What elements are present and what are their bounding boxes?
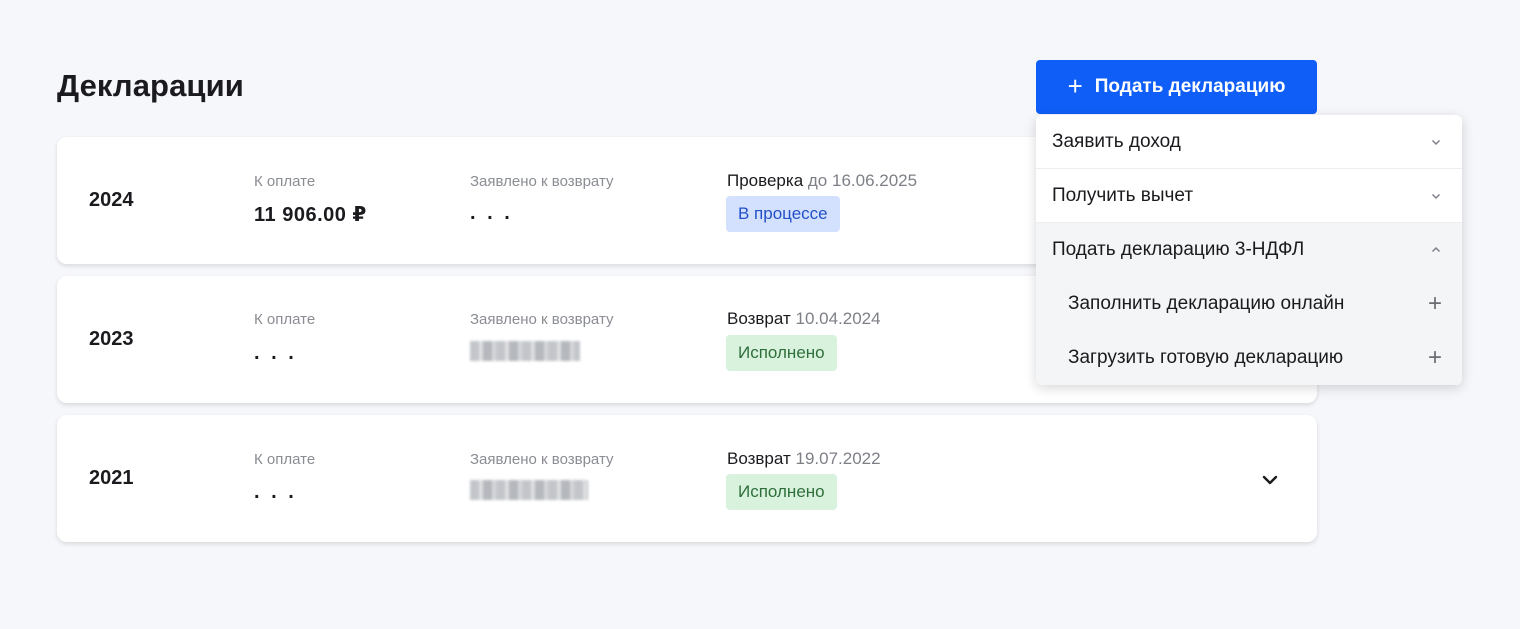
page-title: Декларации [57, 68, 244, 103]
status-label: Возврат [727, 309, 791, 328]
status-line: Возврат 19.07.2022 [727, 449, 881, 469]
to-pay-label: К оплате [254, 173, 316, 190]
submenu-item-upload-ready[interactable]: Загрузить готовую декларацию + [1036, 331, 1462, 385]
claimed-refund-redacted [470, 341, 580, 361]
declaration-year: 2023 [89, 328, 134, 350]
declaration-year: 2021 [89, 467, 134, 489]
plus-icon: + [1427, 344, 1442, 371]
to-pay-label: К оплате [254, 451, 316, 468]
status-badge: Исполнено [726, 335, 837, 371]
claimed-refund-redacted [470, 480, 588, 500]
declaration-card-2021[interactable]: 2021 К оплате . . . Заявлено к возврату … [57, 415, 1317, 542]
chevron-down-icon [1431, 139, 1441, 145]
to-pay-value: 11 906.00 ₽ [254, 204, 367, 226]
declaration-year: 2024 [89, 189, 134, 211]
menu-item-declare-income[interactable]: Заявить доход [1036, 115, 1462, 169]
menu-item-submit-3ndfl[interactable]: Подать декларацию 3-НДФЛ [1036, 223, 1462, 277]
menu-item-label: Подать декларацию 3-НДФЛ [1052, 239, 1305, 260]
menu-item-label: Получить вычет [1052, 184, 1194, 206]
menu-item-label: Заявить доход [1052, 130, 1181, 152]
plus-icon: + [1067, 71, 1083, 101]
chevron-down-icon [1431, 193, 1441, 199]
chevron-up-icon [1431, 246, 1441, 253]
status-date: 19.07.2022 [795, 449, 881, 468]
to-pay-value: . . . [254, 481, 297, 503]
status-line: Возврат 10.04.2024 [727, 309, 881, 329]
submenu-item-label: Заполнить декларацию онлайн [1068, 293, 1345, 314]
submenu-item-label: Загрузить готовую декларацию [1068, 347, 1344, 368]
status-label: Проверка [727, 171, 804, 190]
submit-declaration-label: Подать декларацию [1094, 76, 1286, 97]
status-date: 10.04.2024 [795, 309, 881, 328]
status-date: до 16.06.2025 [807, 171, 918, 190]
status-line: Проверка до 16.06.2025 [727, 171, 917, 191]
chevron-down-icon[interactable] [1260, 470, 1280, 490]
to-pay-label: К оплате [254, 311, 316, 328]
status-badge: В процессе [726, 196, 840, 232]
plus-icon: + [1427, 290, 1442, 317]
to-pay-value: . . . [254, 342, 297, 364]
status-label: Возврат [727, 449, 791, 468]
claimed-refund-label: Заявлено к возврату [470, 451, 614, 468]
status-badge: Исполнено [726, 474, 837, 510]
menu-item-get-deduction[interactable]: Получить вычет [1036, 169, 1462, 223]
submit-declaration-button[interactable]: + Подать декларацию [1036, 60, 1317, 114]
declaration-dropdown-menu: Заявить доход Получить вычет Подать декл… [1036, 115, 1462, 385]
claimed-refund-label: Заявлено к возврату [470, 311, 614, 328]
claimed-refund-label: Заявлено к возврату [470, 173, 614, 190]
claimed-refund-value: . . . [470, 202, 513, 224]
submenu-item-fill-online[interactable]: Заполнить декларацию онлайн + [1036, 277, 1462, 331]
